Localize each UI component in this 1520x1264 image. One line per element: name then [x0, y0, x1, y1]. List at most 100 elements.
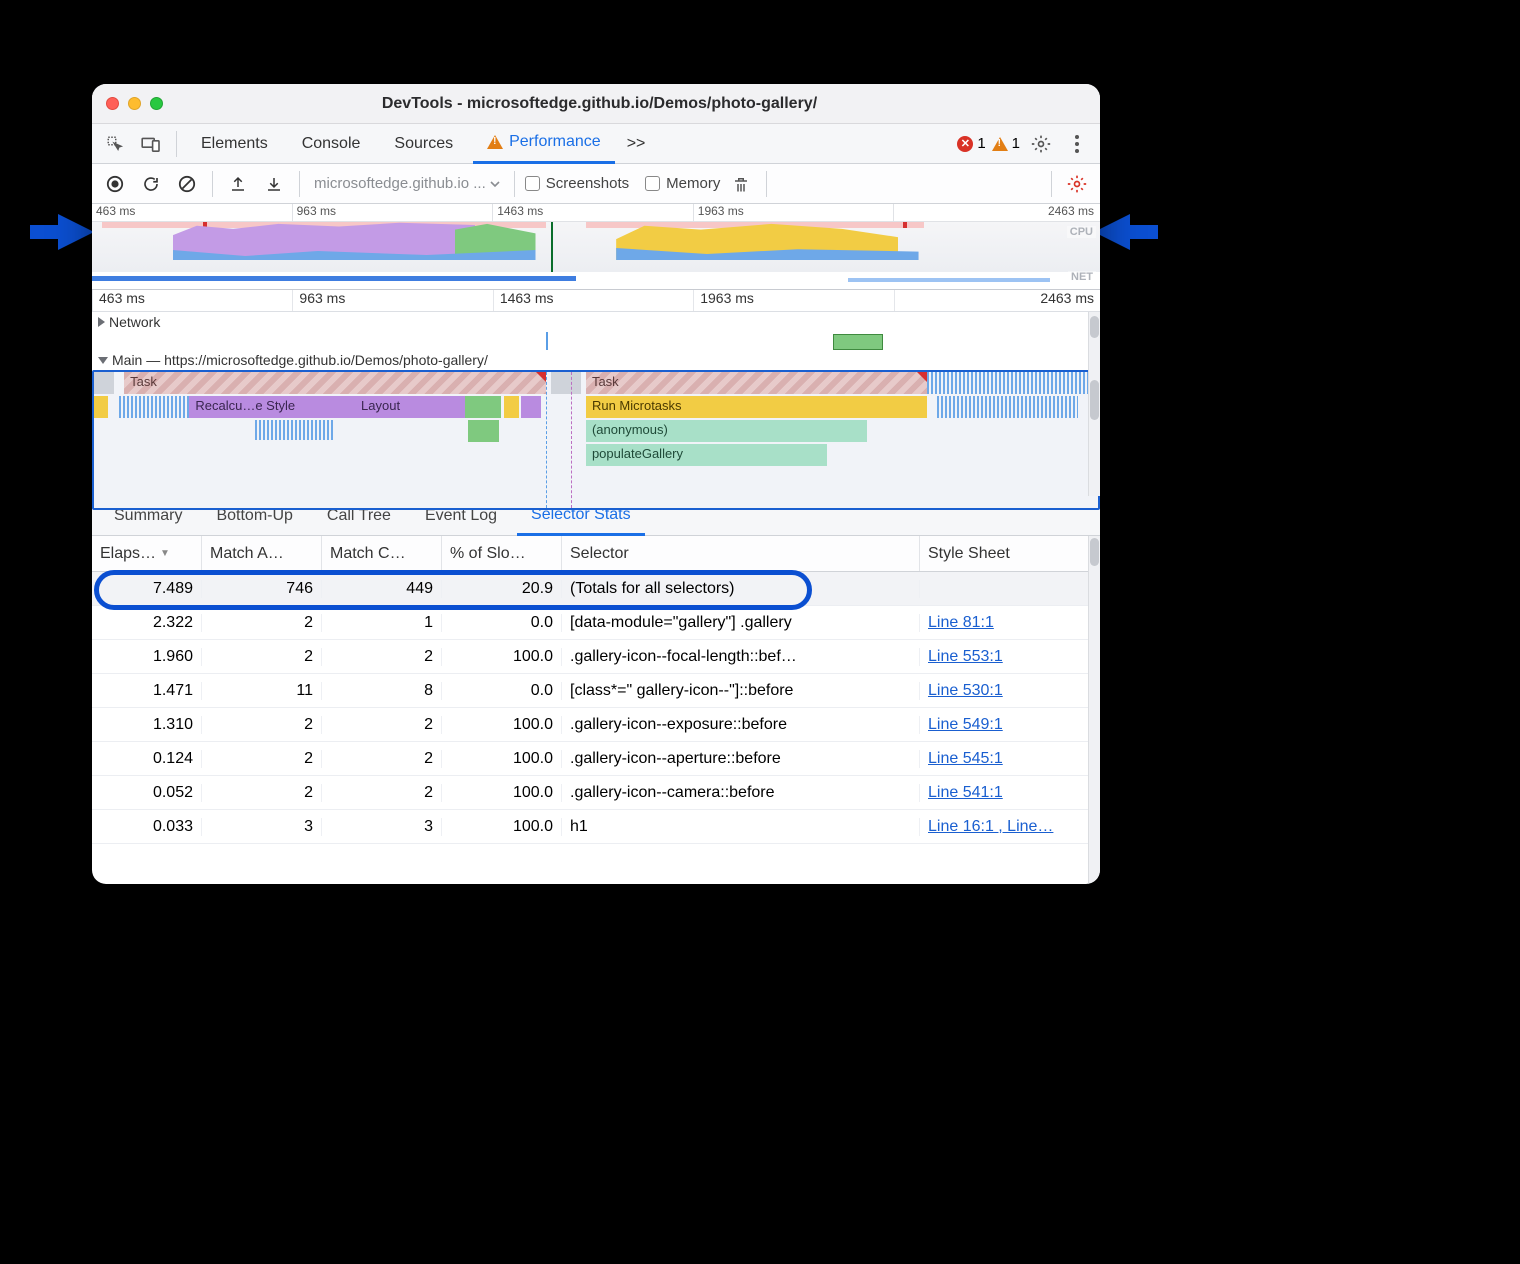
tick-label: 963 ms	[299, 290, 345, 306]
minimize-window-button[interactable]	[128, 97, 141, 110]
recording-selector-dropdown[interactable]: microsoftedge.github.io ...	[310, 175, 504, 192]
td-elapsed: 0.052	[92, 784, 202, 802]
style-sheet-link[interactable]: Line 553:1	[928, 648, 1003, 665]
inspect-element-icon[interactable]	[100, 129, 130, 159]
table-header-row: Elaps…▼ Match A… Match C… % of Slo… Sele…	[92, 536, 1100, 572]
cpu-strip: CPU	[92, 222, 1100, 272]
td-style-sheet: Line 530:1	[920, 682, 1100, 700]
memory-checkbox[interactable]: Memory	[645, 175, 720, 192]
detail-ruler: 463 ms 963 ms 1463 ms 1963 ms 2463 ms	[92, 290, 1100, 312]
checkbox-label: Memory	[666, 175, 720, 192]
main-track-header[interactable]: Main — https://microsoftedge.github.io/D…	[92, 350, 1100, 370]
td-elapsed: 1.471	[92, 682, 202, 700]
flame-label: Task	[130, 374, 157, 389]
performance-toolbar: microsoftedge.github.io ... Screenshots …	[92, 164, 1100, 204]
td-selector: (Totals for all selectors)	[562, 580, 920, 598]
tab-performance[interactable]: Performance	[473, 124, 615, 164]
th-match-count[interactable]: Match C…	[322, 536, 442, 571]
chevron-down-icon	[490, 179, 500, 189]
net-strip: NET	[92, 272, 1100, 284]
tab-sources[interactable]: Sources	[380, 124, 467, 164]
tab-elements[interactable]: Elements	[187, 124, 282, 164]
error-badge[interactable]: ✕ 1	[957, 135, 985, 152]
td-selector: h1	[562, 818, 920, 836]
overview-ruler: 463 ms 963 ms 1463 ms 1963 ms 2463 ms	[92, 204, 1100, 222]
th-pct-slow[interactable]: % of Slo…	[442, 536, 562, 571]
td-match-count: 2	[322, 716, 442, 734]
table-scrollbar[interactable]	[1088, 536, 1100, 884]
sort-desc-icon: ▼	[160, 548, 170, 559]
flame-label: (anonymous)	[592, 422, 668, 437]
capture-settings-icon[interactable]	[1062, 169, 1092, 199]
warning-icon	[487, 135, 503, 149]
table-row[interactable]: 7.48974644920.9(Totals for all selectors…	[92, 572, 1100, 606]
expand-icon	[98, 317, 105, 327]
td-elapsed: 1.960	[92, 648, 202, 666]
device-toolbar-icon[interactable]	[136, 129, 166, 159]
tabs-overflow-button[interactable]: >>	[621, 124, 652, 164]
flame-label: Layout	[361, 398, 400, 413]
main-flamechart[interactable]: Task Task Recalcu…e Style Layout Run Mic…	[92, 370, 1100, 510]
flame-label: Run Microtasks	[592, 398, 682, 413]
network-track-header[interactable]: Network	[92, 312, 1100, 332]
style-sheet-link[interactable]: Line 549:1	[928, 716, 1003, 733]
reload-button[interactable]	[136, 169, 166, 199]
download-profile-icon[interactable]	[259, 169, 289, 199]
close-window-button[interactable]	[106, 97, 119, 110]
garbage-collect-icon[interactable]	[726, 169, 756, 199]
track-label: Main — https://microsoftedge.github.io/D…	[112, 352, 488, 368]
more-menu-icon[interactable]	[1062, 129, 1092, 159]
warning-badge[interactable]: 1	[992, 135, 1020, 152]
error-icon: ✕	[957, 136, 973, 152]
dropdown-label: microsoftedge.github.io ...	[314, 175, 486, 192]
th-selector[interactable]: Selector	[562, 536, 920, 571]
network-marker	[546, 332, 548, 350]
tracks-area[interactable]: Network Main — https://microsoftedge.git…	[92, 312, 1100, 496]
td-pct-slow: 100.0	[442, 648, 562, 666]
td-match-count: 2	[322, 750, 442, 768]
table-row[interactable]: 1.31022100.0.gallery-icon--exposure::bef…	[92, 708, 1100, 742]
style-sheet-link[interactable]: Line 530:1	[928, 682, 1003, 699]
tracks-scrollbar[interactable]	[1088, 312, 1100, 496]
td-style-sheet: Line 81:1	[920, 614, 1100, 632]
tick-label: 1463 ms	[497, 204, 543, 218]
selector-stats-table: Elaps…▼ Match A… Match C… % of Slo… Sele…	[92, 536, 1100, 884]
table-row[interactable]: 2.322210.0[data-module="gallery"] .galle…	[92, 606, 1100, 640]
th-match-attempts[interactable]: Match A…	[202, 536, 322, 571]
table-row[interactable]: 0.03333100.0h1Line 16:1 , Line…	[92, 810, 1100, 844]
table-body: 7.48974644920.9(Totals for all selectors…	[92, 572, 1100, 844]
tab-label: Sources	[394, 135, 453, 153]
tab-console[interactable]: Console	[288, 124, 375, 164]
zoom-window-button[interactable]	[150, 97, 163, 110]
td-match-count: 8	[322, 682, 442, 700]
devtools-window: DevTools - microsoftedge.github.io/Demos…	[92, 84, 1100, 884]
table-row[interactable]: 0.05222100.0.gallery-icon--camera::befor…	[92, 776, 1100, 810]
th-elapsed[interactable]: Elaps…▼	[92, 536, 202, 571]
settings-icon[interactable]	[1026, 129, 1056, 159]
style-sheet-link[interactable]: Line 541:1	[928, 784, 1003, 801]
td-pct-slow: 100.0	[442, 716, 562, 734]
style-sheet-link[interactable]: Line 81:1	[928, 614, 994, 631]
overview-timeline[interactable]: 463 ms 963 ms 1463 ms 1963 ms 2463 ms CP…	[92, 204, 1100, 290]
flame-label: Task	[592, 374, 619, 389]
td-match-count: 2	[322, 648, 442, 666]
tick-label: 2463 ms	[1040, 290, 1094, 306]
style-sheet-link[interactable]: Line 545:1	[928, 750, 1003, 767]
table-row[interactable]: 1.96022100.0.gallery-icon--focal-length:…	[92, 640, 1100, 674]
td-match-attempts: 2	[202, 648, 322, 666]
screenshots-checkbox[interactable]: Screenshots	[525, 175, 629, 192]
record-button[interactable]	[100, 169, 130, 199]
table-row[interactable]: 1.4711180.0[class*=" gallery-icon--"]::b…	[92, 674, 1100, 708]
clear-button[interactable]	[172, 169, 202, 199]
net-label: NET	[1068, 271, 1096, 283]
style-sheet-link[interactable]: Line 16:1 , Line…	[928, 818, 1053, 835]
th-style-sheet[interactable]: Style Sheet	[920, 536, 1100, 571]
td-elapsed: 0.033	[92, 818, 202, 836]
td-selector: .gallery-icon--exposure::before	[562, 716, 920, 734]
annotation-arrow-right-stem	[1128, 225, 1158, 239]
td-style-sheet: Line 541:1	[920, 784, 1100, 802]
checkbox-box	[645, 176, 660, 191]
table-row[interactable]: 0.12422100.0.gallery-icon--aperture::bef…	[92, 742, 1100, 776]
upload-profile-icon[interactable]	[223, 169, 253, 199]
network-bar[interactable]	[833, 334, 883, 350]
